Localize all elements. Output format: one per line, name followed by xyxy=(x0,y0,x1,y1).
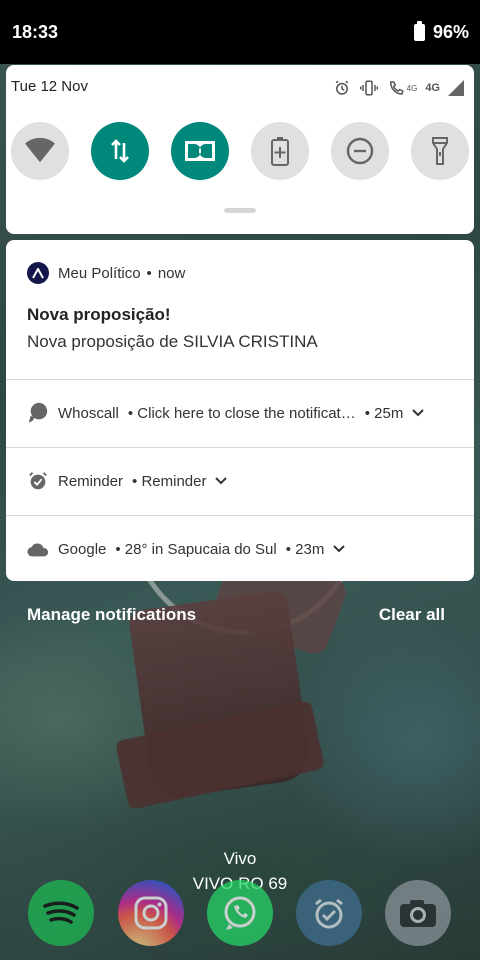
divider xyxy=(6,515,474,516)
notification-reminder[interactable]: Reminder • Reminder xyxy=(27,470,228,492)
chevron-down-icon[interactable] xyxy=(333,545,346,553)
flashlight-tile[interactable] xyxy=(411,122,469,180)
battery-percent: 96% xyxy=(432,22,469,42)
clear-all-button[interactable]: Clear all xyxy=(379,605,445,625)
chevron-down-icon[interactable] xyxy=(215,477,228,485)
wifi-tile[interactable] xyxy=(11,122,69,180)
notification-time: • 25m xyxy=(364,404,404,422)
alarm-icon xyxy=(335,80,349,95)
notification-text: • 28° in Sapucaia do Sul xyxy=(115,540,277,558)
whoscall-icon xyxy=(27,402,49,424)
wifi-calling-icon xyxy=(389,81,404,95)
battery-saver-icon xyxy=(271,137,289,166)
dolby-icon xyxy=(185,141,215,161)
notification-app-name: Reminder xyxy=(58,472,124,490)
notification-header: Meu Político • now xyxy=(27,262,185,284)
battery-icon xyxy=(413,21,425,41)
chevron-down-icon[interactable] xyxy=(412,409,425,417)
notification-whoscall[interactable]: Whoscall • Click here to close the notif… xyxy=(27,402,425,424)
notification-title: Nova proposição! xyxy=(27,305,171,324)
instagram-icon[interactable] xyxy=(118,880,184,946)
divider xyxy=(6,379,474,380)
qs-status-icons: 4G 4G xyxy=(333,79,464,97)
mobile-data-icon xyxy=(111,139,129,163)
notification-card: Meu Político • now Nova proposição! Nova… xyxy=(6,240,474,581)
notification-app-name: Meu Político xyxy=(58,264,141,282)
notification-time: • 23m xyxy=(285,540,325,558)
network-type: 4G xyxy=(425,82,440,94)
signal-icon xyxy=(448,80,464,96)
status-right: 96% xyxy=(413,21,469,43)
camera-icon[interactable] xyxy=(385,880,451,946)
flashlight-icon xyxy=(432,137,448,165)
manage-notifications-button[interactable]: Manage notifications xyxy=(27,605,196,625)
separator: • xyxy=(146,264,152,282)
notification-text: • Reminder xyxy=(132,472,207,490)
vibrate-icon xyxy=(359,80,378,96)
notification-time: now xyxy=(157,264,186,282)
notification-text: Nova proposição de SILVIA CRISTINA xyxy=(27,332,318,351)
quick-settings-panel: Tue 12 Nov 4G 4G xyxy=(6,65,474,234)
reminder-clock-icon xyxy=(27,470,49,492)
whatsapp-icon[interactable] xyxy=(207,880,273,946)
wifi-icon xyxy=(25,138,55,163)
battery-saver-tile[interactable] xyxy=(251,122,309,180)
notification-app-name: Whoscall xyxy=(58,404,119,422)
mobile-data-tile[interactable] xyxy=(91,122,149,180)
do-not-disturb-icon xyxy=(346,137,374,165)
notification-google[interactable]: Google • 28° in Sapucaia do Sul • 23m xyxy=(27,538,346,560)
notification-text: • Click here to close the notificat… xyxy=(127,404,356,422)
network-type-small: 4G xyxy=(406,83,418,93)
notification-app-name: Google xyxy=(58,540,107,558)
clock-icon[interactable] xyxy=(296,880,362,946)
qs-date[interactable]: Tue 12 Nov xyxy=(11,78,88,95)
clock: 18:33 xyxy=(12,22,59,42)
spotify-icon[interactable] xyxy=(28,880,94,946)
do-not-disturb-tile[interactable] xyxy=(331,122,389,180)
divider xyxy=(6,447,474,448)
meu-politico-logo-icon xyxy=(27,262,49,284)
dolby-tile[interactable] xyxy=(171,122,229,180)
drag-handle[interactable] xyxy=(224,208,256,213)
status-bar: 18:33 96% xyxy=(0,0,480,64)
carrier-name: Vivo xyxy=(223,849,257,868)
cloud-icon xyxy=(27,538,49,560)
